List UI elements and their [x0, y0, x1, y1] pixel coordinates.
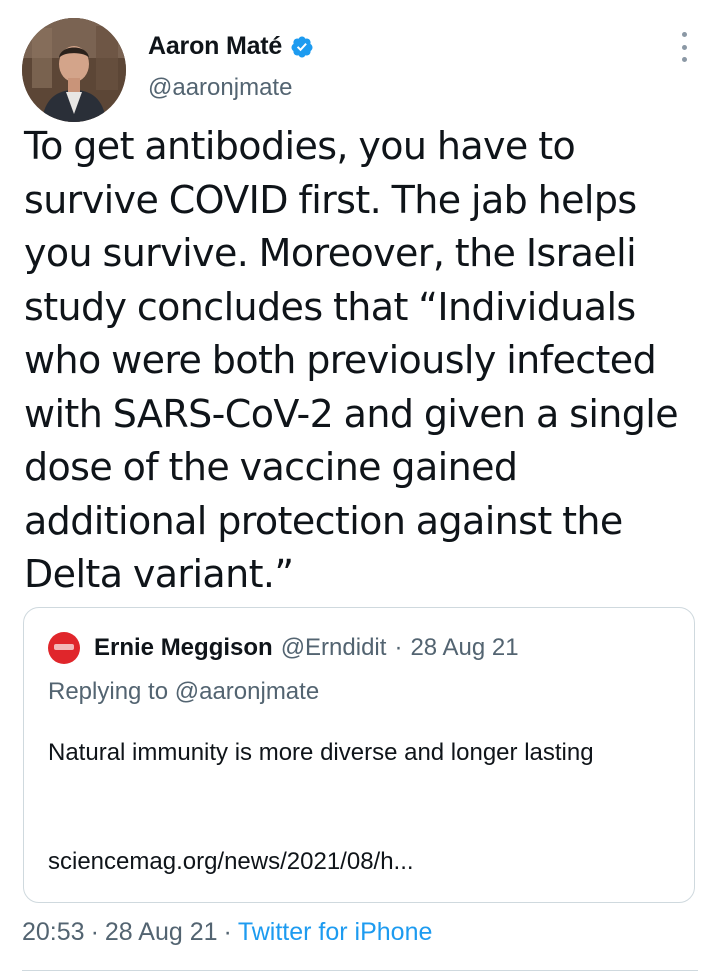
- tweet-source-link[interactable]: Twitter for iPhone: [238, 918, 433, 946]
- author-handle[interactable]: @aaronjmate: [148, 74, 292, 102]
- quoted-tweet-header: Ernie Meggison @Erndidit · 28 Aug 21: [48, 632, 519, 664]
- avatar[interactable]: [22, 18, 126, 122]
- tweet-detail: Aaron Maté @aaronjmate To get antibodies…: [0, 0, 720, 975]
- tweet-metadata: 20:53 · 28 Aug 21 · Twitter for iPhone: [22, 918, 432, 947]
- avatar-image: [22, 18, 126, 122]
- meta-separator: ·: [90, 918, 99, 946]
- tweet-header: Aaron Maté @aaronjmate: [22, 18, 698, 122]
- quoted-tweet[interactable]: Ernie Meggison @Erndidit · 28 Aug 21 Rep…: [23, 607, 695, 903]
- author-name-row: Aaron Maté: [148, 32, 314, 61]
- verified-badge-icon: [290, 35, 314, 59]
- quoted-avatar: [48, 632, 80, 664]
- author-display-name[interactable]: Aaron Maté: [148, 32, 282, 61]
- quoted-link[interactable]: sciencemag.org/news/2021/08/h...: [48, 848, 414, 876]
- quoted-display-name: Ernie Meggison: [94, 634, 273, 661]
- quoted-separator: ·: [394, 634, 403, 661]
- quoted-replying-to: Replying to @aaronjmate: [48, 678, 320, 705]
- tweet-text: To get antibodies, you have to survive C…: [24, 124, 689, 596]
- divider: [22, 970, 698, 971]
- quoted-handle: @Erndidit: [280, 634, 387, 661]
- more-options-icon[interactable]: [676, 32, 692, 62]
- quoted-date: 28 Aug 21: [410, 634, 519, 661]
- meta-separator: ·: [223, 918, 232, 946]
- tweet-date[interactable]: 28 Aug 21: [105, 918, 218, 946]
- quoted-text: Natural immunity is more diverse and lon…: [48, 739, 594, 766]
- tweet-time[interactable]: 20:53: [22, 918, 85, 946]
